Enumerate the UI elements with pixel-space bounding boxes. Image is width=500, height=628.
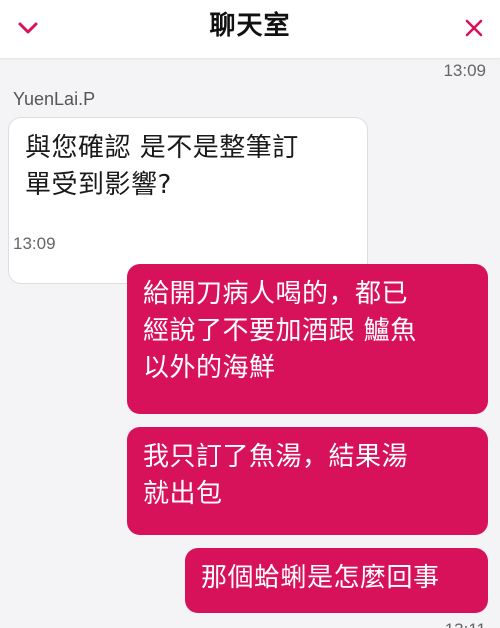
message-line: 單受到影響? <box>25 170 172 200</box>
message-line: 以外的海鮮 <box>143 353 276 383</box>
outgoing-message-bubble[interactable]: 給開刀病人喝的，都已 經說了不要加酒跟 鱸魚 以外的海鮮 <box>127 264 488 414</box>
close-button[interactable] <box>452 8 496 48</box>
message-timestamp: 13:09 <box>13 234 56 253</box>
message-line: 就出包 <box>143 479 223 509</box>
close-icon <box>465 19 483 37</box>
message-line: 與您確認 是不是整筆訂 <box>25 133 299 163</box>
message-timestamp: 13:11 <box>445 620 486 628</box>
message-timestamp: 13:09 <box>443 61 486 80</box>
chat-header: 聊天室 <box>0 0 500 58</box>
page-title: 聊天室 <box>209 11 291 41</box>
outgoing-message-bubble[interactable]: 我只訂了魚湯，結果湯 就出包 <box>127 427 488 535</box>
message-line: 經說了不要加酒跟 鱸魚 <box>143 316 417 346</box>
sender-name: YuenLai.P <box>13 89 96 109</box>
message-line: 那個蛤蜊是怎麼回事 <box>201 563 440 593</box>
message-line: 給開刀病人喝的，都已 <box>143 279 409 309</box>
incoming-message-bubble[interactable]: 與您確認 是不是整筆訂 單受到影響? <box>8 117 368 284</box>
message-list[interactable]: 13:09 YuenLai.P 與您確認 是不是整筆訂 單受到影響? 13:09… <box>0 58 500 628</box>
outgoing-message-bubble[interactable]: 那個蛤蜊是怎麼回事 <box>185 548 488 613</box>
message-line: 我只訂了魚湯，結果湯 <box>143 442 409 472</box>
